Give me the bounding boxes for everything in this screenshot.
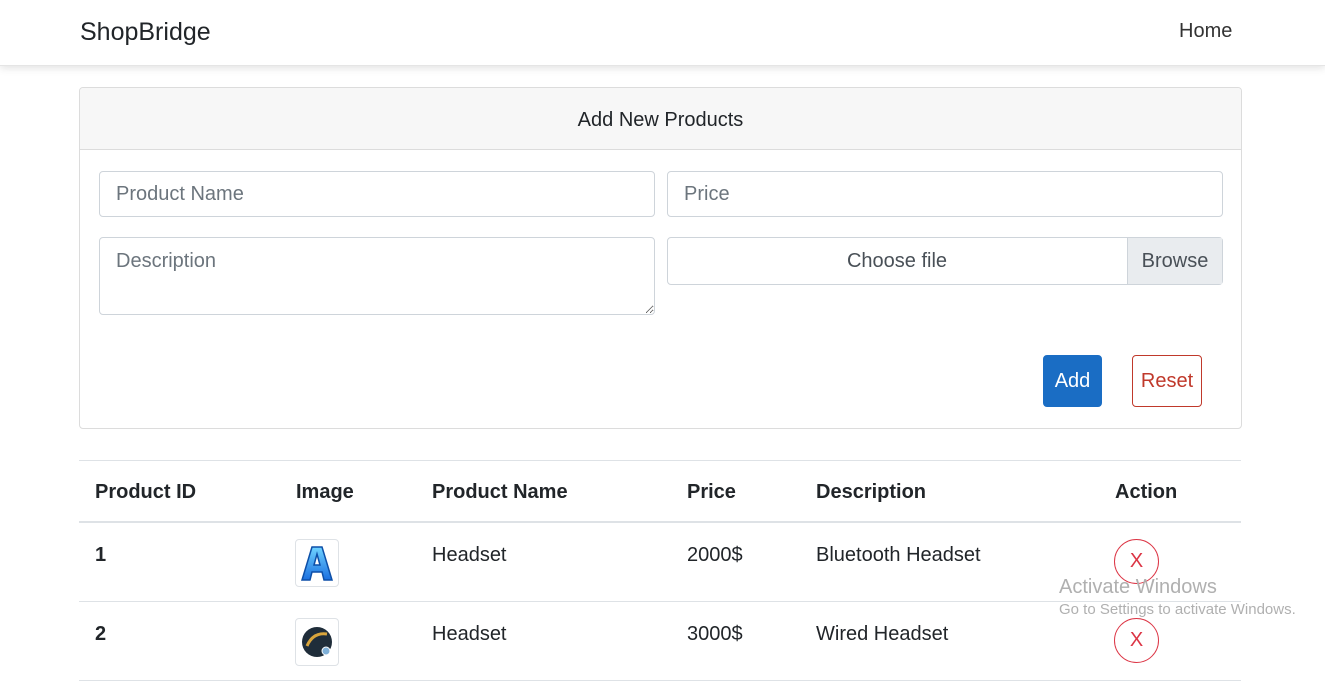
product-name: Headset	[432, 544, 507, 566]
product-name: Headset	[432, 623, 507, 645]
product-description: Wired Headset	[816, 623, 949, 645]
product-description: Bluetooth Headset	[816, 544, 981, 566]
price-input[interactable]	[667, 171, 1223, 217]
header-action: Action	[1115, 481, 1178, 503]
product-id: 1	[95, 544, 107, 566]
product-id: 2	[95, 623, 107, 645]
dark-round-product-icon	[295, 618, 339, 666]
product-price: 2000$	[687, 544, 743, 566]
header-product-id: Product ID	[95, 481, 197, 503]
table-row: 1 Headset 2000$ Bluetooth Headset X	[79, 523, 1241, 602]
navbar: ShopBridge Home	[0, 0, 1325, 66]
header-image: Image	[296, 481, 354, 503]
header-description: Description	[816, 481, 927, 503]
table-header: Product ID Image Product Name Price Desc…	[79, 461, 1241, 523]
file-upload-label[interactable]: Choose file	[668, 238, 1126, 284]
table-row: 2 Headset 3000$ Wired Headset X	[79, 602, 1241, 681]
letter-a-app-icon	[295, 539, 339, 587]
description-textarea[interactable]	[99, 237, 655, 315]
delete-button[interactable]: X	[1114, 539, 1159, 584]
card-title: Add New Products	[80, 88, 1241, 150]
products-table: Product ID Image Product Name Price Desc…	[79, 460, 1241, 681]
header-price: Price	[687, 481, 736, 503]
header-product-name: Product Name	[432, 481, 568, 503]
add-product-card: Add New Products Choose file Browse Add …	[79, 87, 1242, 429]
reset-button[interactable]: Reset	[1132, 355, 1202, 407]
product-name-input[interactable]	[99, 171, 655, 217]
product-price: 3000$	[687, 623, 743, 645]
browse-button[interactable]: Browse	[1127, 238, 1222, 284]
delete-button[interactable]: X	[1114, 618, 1159, 663]
add-button[interactable]: Add	[1043, 355, 1102, 407]
nav-home-link[interactable]: Home	[1179, 20, 1232, 43]
brand-logo[interactable]: ShopBridge	[80, 18, 211, 47]
file-upload[interactable]: Choose file Browse	[667, 237, 1223, 285]
